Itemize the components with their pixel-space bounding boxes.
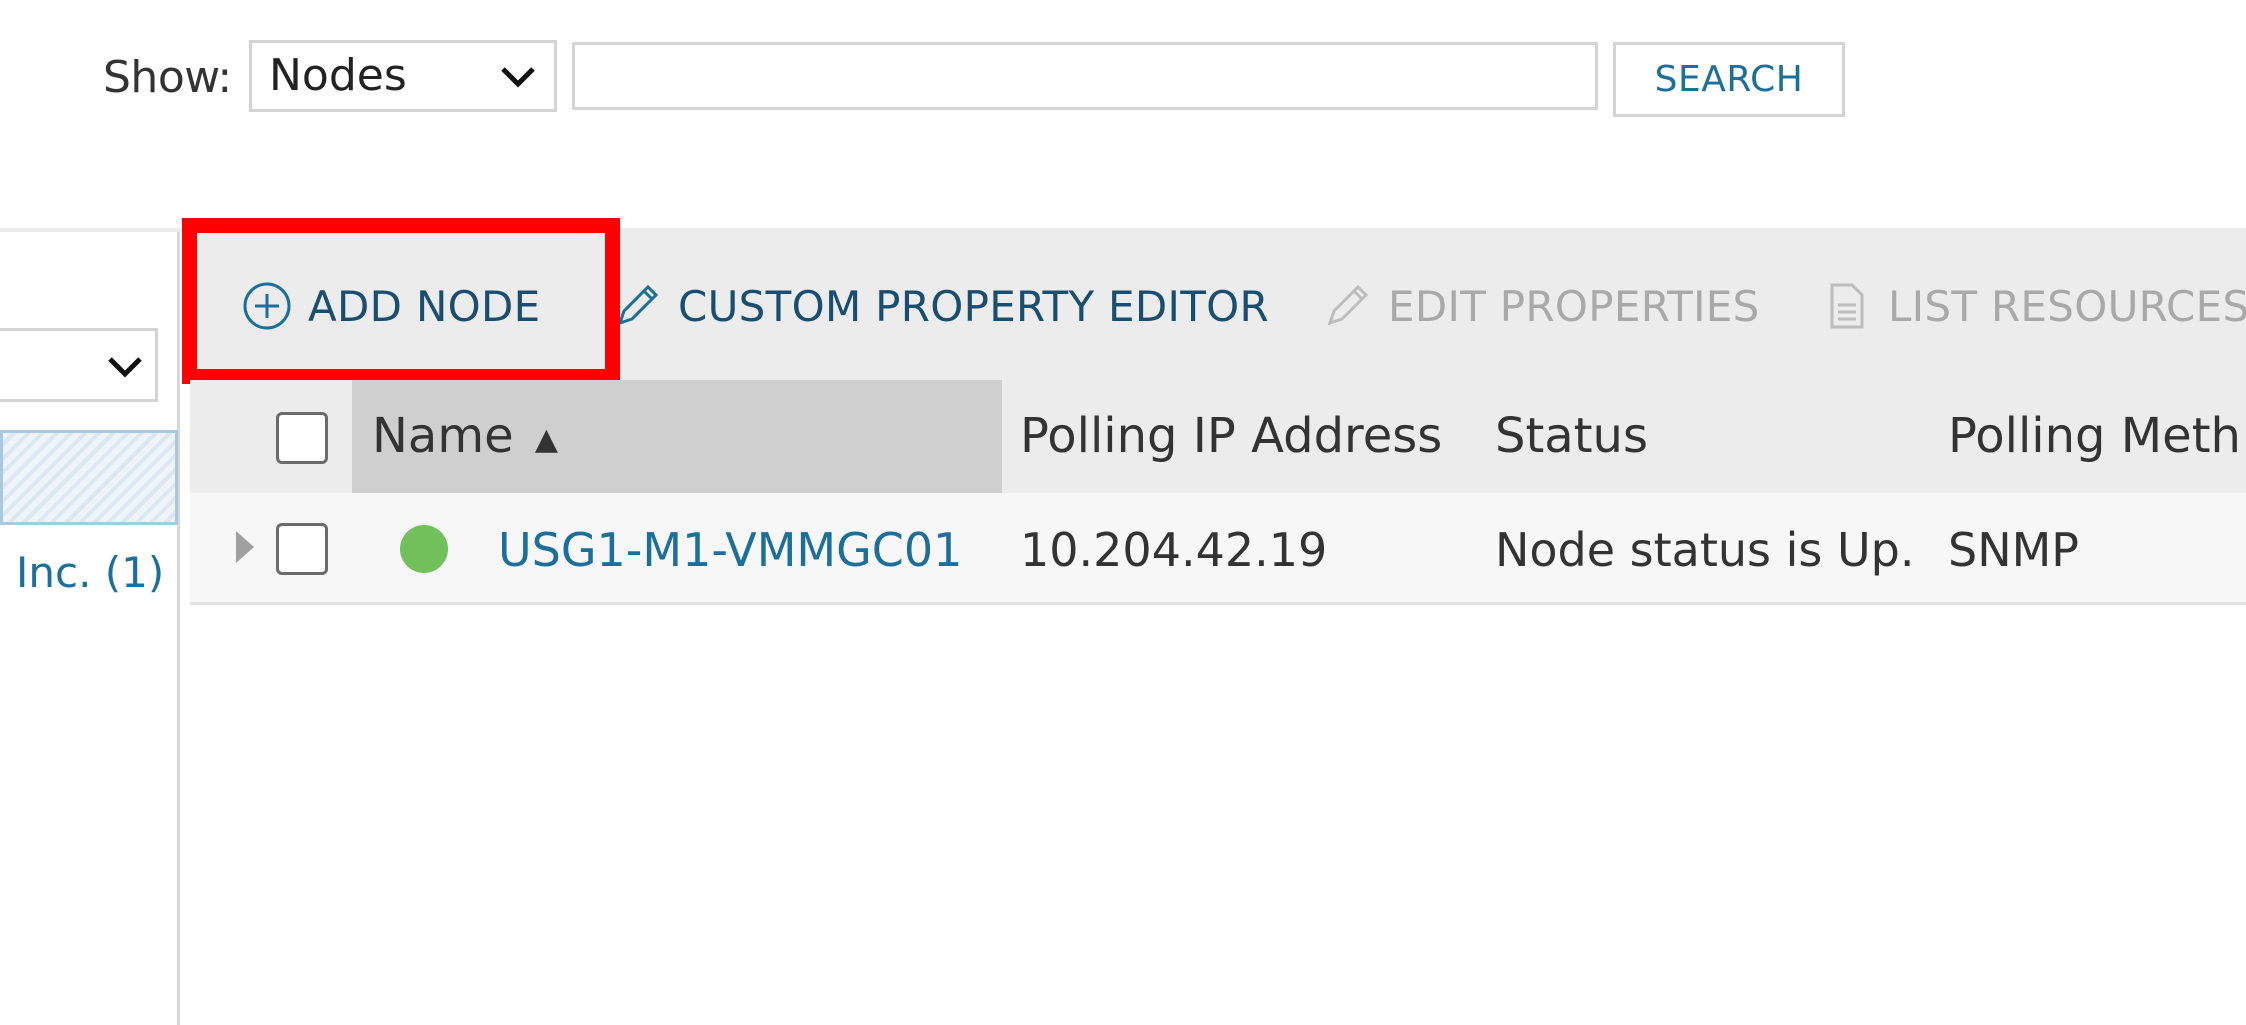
group-by-select[interactable] bbox=[0, 328, 158, 402]
custom-property-editor-button[interactable]: CUSTOM PROPERTY EDITOR bbox=[610, 232, 1269, 380]
node-ip-cell: 10.204.42.19 bbox=[1020, 523, 1328, 577]
pencil-icon bbox=[1327, 284, 1369, 326]
show-label: Show: bbox=[103, 52, 232, 103]
toolbar: ADD NODE CUSTOM PROPERTY EDITOR EDIT PRO… bbox=[190, 232, 2246, 380]
table-header: Name ▲ Polling IP Address Status Polling… bbox=[190, 380, 2246, 493]
show-select-value: Nodes bbox=[269, 50, 407, 101]
list-resources-button[interactable]: LIST RESOURCES bbox=[1820, 232, 2246, 380]
node-polling-method-cell: SNMP bbox=[1948, 523, 2080, 577]
node-management-page: Show: Nodes SEARCH Inc. (1) ADD NODE CUS… bbox=[0, 0, 2246, 1025]
column-header-status[interactable]: Status bbox=[1495, 408, 1648, 464]
plus-circle-icon bbox=[243, 282, 291, 330]
node-status-cell: Node status is Up. bbox=[1495, 523, 1915, 577]
document-icon bbox=[1830, 283, 1864, 329]
node-name-link[interactable]: USG1-M1-VMMGC01 bbox=[498, 523, 962, 577]
sort-ascending-icon: ▲ bbox=[534, 421, 558, 457]
column-header-name[interactable]: Name ▲ bbox=[372, 408, 558, 464]
select-all-checkbox[interactable] bbox=[276, 412, 328, 464]
edit-properties-label: EDIT PROPERTIES bbox=[1388, 281, 1760, 331]
left-group-panel: Inc. (1) bbox=[0, 232, 180, 1025]
show-select[interactable]: Nodes bbox=[249, 40, 557, 112]
group-list-selected-item[interactable] bbox=[0, 430, 178, 525]
list-resources-label: LIST RESOURCES bbox=[1888, 281, 2246, 331]
column-header-polling-ip[interactable]: Polling IP Address bbox=[1020, 408, 1442, 464]
table-row[interactable]: USG1-M1-VMMGC01 10.204.42.19 Node status… bbox=[190, 493, 2246, 605]
column-header-polling-method[interactable]: Polling Meth bbox=[1948, 408, 2241, 464]
edit-properties-button[interactable]: EDIT PROPERTIES bbox=[1320, 232, 1760, 380]
add-node-label: ADD NODE bbox=[308, 281, 541, 331]
add-node-button[interactable]: ADD NODE bbox=[240, 232, 541, 380]
chevron-down-icon bbox=[501, 67, 535, 88]
status-up-icon bbox=[400, 525, 448, 573]
custom-property-editor-label: CUSTOM PROPERTY EDITOR bbox=[678, 281, 1270, 331]
column-header-name-label: Name bbox=[372, 408, 514, 464]
row-checkbox[interactable] bbox=[276, 523, 328, 575]
search-input[interactable] bbox=[572, 42, 1598, 110]
pencil-icon bbox=[617, 284, 659, 326]
search-button[interactable]: SEARCH bbox=[1613, 42, 1845, 117]
chevron-down-icon bbox=[108, 357, 142, 378]
group-link[interactable]: Inc. (1) bbox=[16, 548, 164, 597]
expand-arrow-icon[interactable] bbox=[236, 531, 254, 563]
